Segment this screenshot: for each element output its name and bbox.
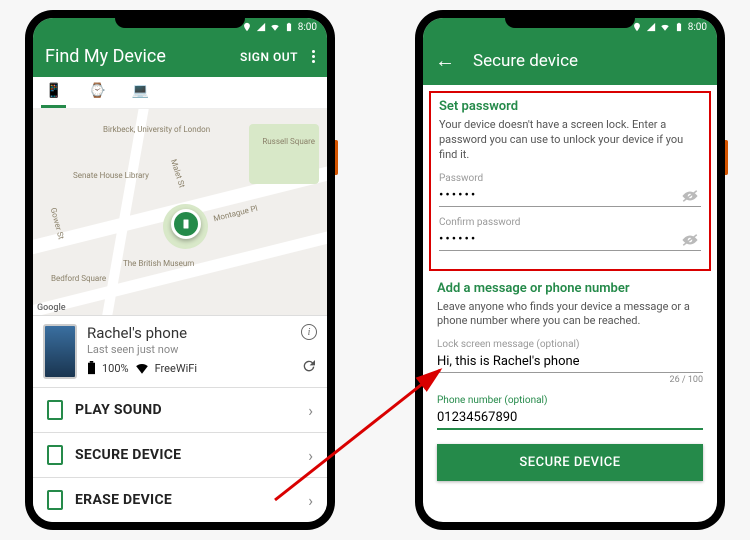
add-message-section: Add a message or phone number Leave anyo… <box>423 281 717 431</box>
map-label: Birkbeck, University of London <box>103 125 210 134</box>
wifi-icon <box>135 363 149 374</box>
erase-device-button[interactable]: ERASE DEVICE › <box>33 477 327 522</box>
battery-icon <box>87 361 96 375</box>
device-location-pin[interactable] <box>171 209 201 239</box>
last-seen-text: Last seen just now <box>87 343 291 356</box>
map-label: Senate House Library <box>73 171 149 180</box>
section-heading: Add a message or phone number <box>437 281 703 296</box>
map-label: Malet St <box>169 158 187 189</box>
info-icon[interactable]: i <box>301 324 317 340</box>
wifi-icon <box>660 22 670 32</box>
password-label: Password <box>439 173 701 184</box>
app-bar: ← Secure device <box>423 36 717 85</box>
tab-watch[interactable]: ⌚ <box>84 77 109 108</box>
phone-number-input[interactable] <box>437 407 703 430</box>
overflow-menu-icon[interactable] <box>312 50 315 63</box>
wifi-icon <box>270 22 280 32</box>
map-label: Russell Square <box>262 137 315 146</box>
secure-device-icon <box>47 445 63 465</box>
chevron-right-icon: › <box>308 491 313 510</box>
secure-device-button[interactable]: SECURE DEVICE › <box>33 432 327 477</box>
app-bar: Find My Device SIGN OUT <box>33 36 327 77</box>
page-title: Secure device <box>473 51 578 71</box>
play-sound-icon <box>47 400 63 420</box>
tab-phone[interactable]: 📱 <box>41 77 66 108</box>
action-label: PLAY SOUND <box>75 402 162 418</box>
google-logo: Google <box>37 303 66 313</box>
phone-frame-left: 8:00 Find My Device SIGN OUT 📱 ⌚ 💻 Birkb… <box>25 10 335 530</box>
back-arrow-icon[interactable]: ← <box>435 48 455 73</box>
signal-icon <box>646 22 656 32</box>
wifi-name: FreeWiFi <box>155 362 197 375</box>
clock: 8:00 <box>298 22 317 33</box>
char-counter: 26 / 100 <box>437 375 703 385</box>
battery-icon <box>674 22 684 32</box>
app-title: Find My Device <box>45 46 166 67</box>
device-info-card: Rachel's phone Last seen just now 100% F… <box>33 315 327 387</box>
clock: 8:00 <box>688 22 707 33</box>
password-input[interactable] <box>439 185 701 207</box>
device-selector-tabs: 📱 ⌚ 💻 <box>33 77 327 109</box>
erase-device-icon <box>47 490 63 510</box>
device-name: Rachel's phone <box>87 324 291 342</box>
confirm-password-input[interactable] <box>439 229 701 251</box>
chevron-right-icon: › <box>308 446 313 465</box>
play-sound-button[interactable]: PLAY SOUND › <box>33 387 327 432</box>
battery-icon <box>284 22 294 32</box>
section-description: Leave anyone who finds your device a mes… <box>437 300 703 330</box>
map-label: The British Museum <box>123 259 194 268</box>
refresh-icon[interactable] <box>301 358 317 374</box>
chevron-right-icon: › <box>308 401 313 420</box>
map-label: Bedford Square <box>51 274 106 283</box>
sign-out-button[interactable]: SIGN OUT <box>240 50 298 64</box>
battery-level: 100% <box>102 362 129 375</box>
secure-device-submit-button[interactable]: SECURE DEVICE <box>437 444 703 481</box>
visibility-off-icon[interactable] <box>681 233 699 247</box>
action-label: ERASE DEVICE <box>75 492 172 508</box>
set-password-section: Set password Your device doesn't have a … <box>429 91 711 271</box>
phone-icon <box>180 218 192 230</box>
map-view[interactable]: Birkbeck, University of London Russell S… <box>33 109 327 315</box>
confirm-password-label: Confirm password <box>439 217 701 228</box>
phone-frame-right: 8:00 ← Secure device Set password Your d… <box>415 10 725 530</box>
section-description: Your device doesn't have a screen lock. … <box>439 118 701 163</box>
visibility-off-icon[interactable] <box>681 189 699 203</box>
lock-message-label: Lock screen message (optional) <box>437 339 703 350</box>
signal-icon <box>256 22 266 32</box>
tab-laptop[interactable]: 💻 <box>128 77 153 108</box>
action-label: SECURE DEVICE <box>75 447 181 463</box>
device-thumbnail <box>43 324 77 379</box>
section-heading: Set password <box>439 99 701 114</box>
lock-message-input[interactable] <box>437 351 703 373</box>
phone-number-label: Phone number (optional) <box>437 395 703 406</box>
